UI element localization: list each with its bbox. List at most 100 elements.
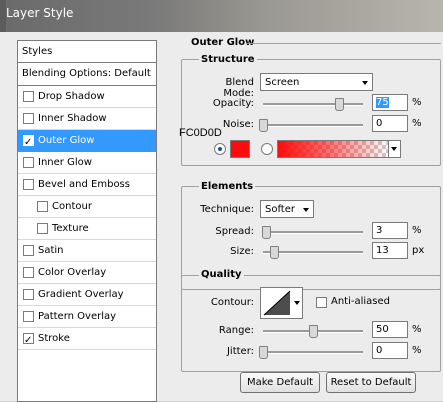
style-item-label: Drop Shadow <box>38 91 105 102</box>
noise-input[interactable]: 0 <box>372 115 408 132</box>
style-checkbox[interactable] <box>23 91 34 102</box>
noise-unit: % <box>412 118 422 129</box>
window-title: Layer Style <box>6 6 74 20</box>
style-item-label: Inner Shadow <box>38 113 107 124</box>
opacity-slider-thumb[interactable] <box>335 98 344 111</box>
style-item-label: Pattern Overlay <box>38 311 117 322</box>
style-item-stroke[interactable]: Stroke <box>18 328 156 351</box>
style-item-label: Bevel and Emboss <box>38 179 130 190</box>
style-item-pattern-overlay[interactable]: Pattern Overlay <box>18 306 156 328</box>
jitter-slider-thumb[interactable] <box>259 346 268 359</box>
style-item-label: Texture <box>52 223 89 234</box>
style-checkbox[interactable] <box>23 311 34 322</box>
range-input[interactable]: 50 <box>372 321 408 338</box>
opacity-input[interactable]: 75 <box>372 94 408 111</box>
blend-mode-select[interactable]: Screen <box>260 73 373 91</box>
contour-label: Contour: <box>210 297 254 308</box>
jitter-slider[interactable] <box>263 351 363 354</box>
style-item-label: Gradient Overlay <box>38 289 124 300</box>
title-bar[interactable]: Layer Style <box>0 0 443 32</box>
style-item-label: Contour <box>52 201 92 212</box>
section-title: Outer Glow <box>191 37 255 48</box>
style-checkbox[interactable] <box>23 267 34 278</box>
styles-panel: Styles Blending Options: Default Drop Sh… <box>17 40 157 402</box>
style-item-texture[interactable]: Texture <box>18 218 156 240</box>
structure-title: Structure <box>199 54 257 65</box>
size-slider-thumb[interactable] <box>270 246 279 259</box>
gradient-picker[interactable] <box>277 140 390 158</box>
gradient-radio[interactable] <box>261 143 273 155</box>
range-label: Range: <box>218 325 254 336</box>
anti-aliased-label: Anti-aliased <box>331 296 391 307</box>
size-label: Size: <box>230 246 254 257</box>
section-divider <box>246 43 441 44</box>
style-item-bevel-and-emboss[interactable]: Bevel and Emboss <box>18 174 156 196</box>
size-input[interactable]: 13 <box>372 242 408 259</box>
style-checkbox[interactable] <box>23 289 34 300</box>
chevron-down-icon <box>303 208 309 212</box>
styles-header[interactable]: Styles <box>18 41 156 63</box>
technique-select[interactable]: Softer <box>260 200 314 218</box>
glow-color-swatch[interactable] <box>230 140 250 158</box>
jitter-label: Jitter: <box>226 346 254 357</box>
noise-slider[interactable] <box>263 124 363 127</box>
style-item-label: Inner Glow <box>38 157 92 168</box>
style-checkbox[interactable] <box>23 245 34 256</box>
style-checkbox[interactable] <box>23 113 34 124</box>
contour-dropdown-button[interactable] <box>292 287 303 319</box>
spread-slider[interactable] <box>263 231 363 234</box>
color-hex-label: FC0D0D <box>179 127 222 139</box>
opacity-unit: % <box>412 97 422 108</box>
style-item-label: Outer Glow <box>38 135 95 146</box>
style-item-label: Color Overlay <box>38 267 107 278</box>
style-item-inner-shadow[interactable]: Inner Shadow <box>18 108 156 130</box>
opacity-slider[interactable] <box>263 103 363 106</box>
style-item-drop-shadow[interactable]: Drop Shadow <box>18 86 156 108</box>
style-item-label: Stroke <box>38 333 70 344</box>
opacity-label: Opacity: <box>212 98 254 109</box>
spread-input[interactable]: 3 <box>372 222 408 239</box>
spread-unit: % <box>412 225 422 236</box>
style-checkbox[interactable] <box>23 330 34 351</box>
chevron-down-icon <box>362 81 368 85</box>
elements-title: Elements <box>199 181 256 192</box>
technique-label: Technique: <box>200 204 254 215</box>
chevron-down-icon <box>391 147 397 151</box>
style-item-outer-glow[interactable]: Outer Glow <box>18 130 156 153</box>
blend-mode-value: Screen <box>265 77 300 88</box>
jitter-unit: % <box>412 345 422 356</box>
noise-slider-thumb[interactable] <box>259 119 268 132</box>
jitter-input[interactable]: 0 <box>372 342 408 359</box>
range-slider-thumb[interactable] <box>309 325 318 338</box>
gradient-dropdown-button[interactable] <box>388 140 401 158</box>
anti-aliased-checkbox[interactable] <box>316 297 327 308</box>
dialog-body: Styles Blending Options: Default Drop Sh… <box>0 32 443 402</box>
style-checkbox[interactable] <box>23 179 34 190</box>
style-item-inner-glow[interactable]: Inner Glow <box>18 152 156 174</box>
opacity-value: 75 <box>376 97 389 108</box>
spread-slider-thumb[interactable] <box>262 226 271 239</box>
spread-label: Spread: <box>215 226 254 237</box>
solid-color-radio[interactable] <box>214 143 226 155</box>
style-item-satin[interactable]: Satin <box>18 240 156 262</box>
reset-to-default-button[interactable]: Reset to Default <box>326 372 416 393</box>
style-list: Drop Shadow Inner Shadow Outer Glow Inner G… <box>18 86 156 351</box>
style-item-label: Satin <box>38 245 64 256</box>
style-item-color-overlay[interactable]: Color Overlay <box>18 262 156 284</box>
contour-preview[interactable] <box>260 287 294 319</box>
style-checkbox[interactable] <box>37 223 48 234</box>
make-default-button[interactable]: Make Default <box>240 372 320 393</box>
style-item-gradient-overlay[interactable]: Gradient Overlay <box>18 284 156 306</box>
chevron-down-icon <box>294 301 300 305</box>
range-unit: % <box>412 324 422 335</box>
style-item-contour[interactable]: Contour <box>18 196 156 218</box>
style-checkbox[interactable] <box>23 132 34 153</box>
blending-options[interactable]: Blending Options: Default <box>18 63 156 86</box>
quality-title: Quality <box>199 269 244 280</box>
style-checkbox[interactable] <box>37 201 48 212</box>
style-checkbox[interactable] <box>23 157 34 168</box>
technique-value: Softer <box>265 204 295 215</box>
blend-mode-label: Blend Mode: <box>223 77 254 99</box>
contour-curve-icon <box>263 290 291 316</box>
size-unit: px <box>412 245 425 256</box>
